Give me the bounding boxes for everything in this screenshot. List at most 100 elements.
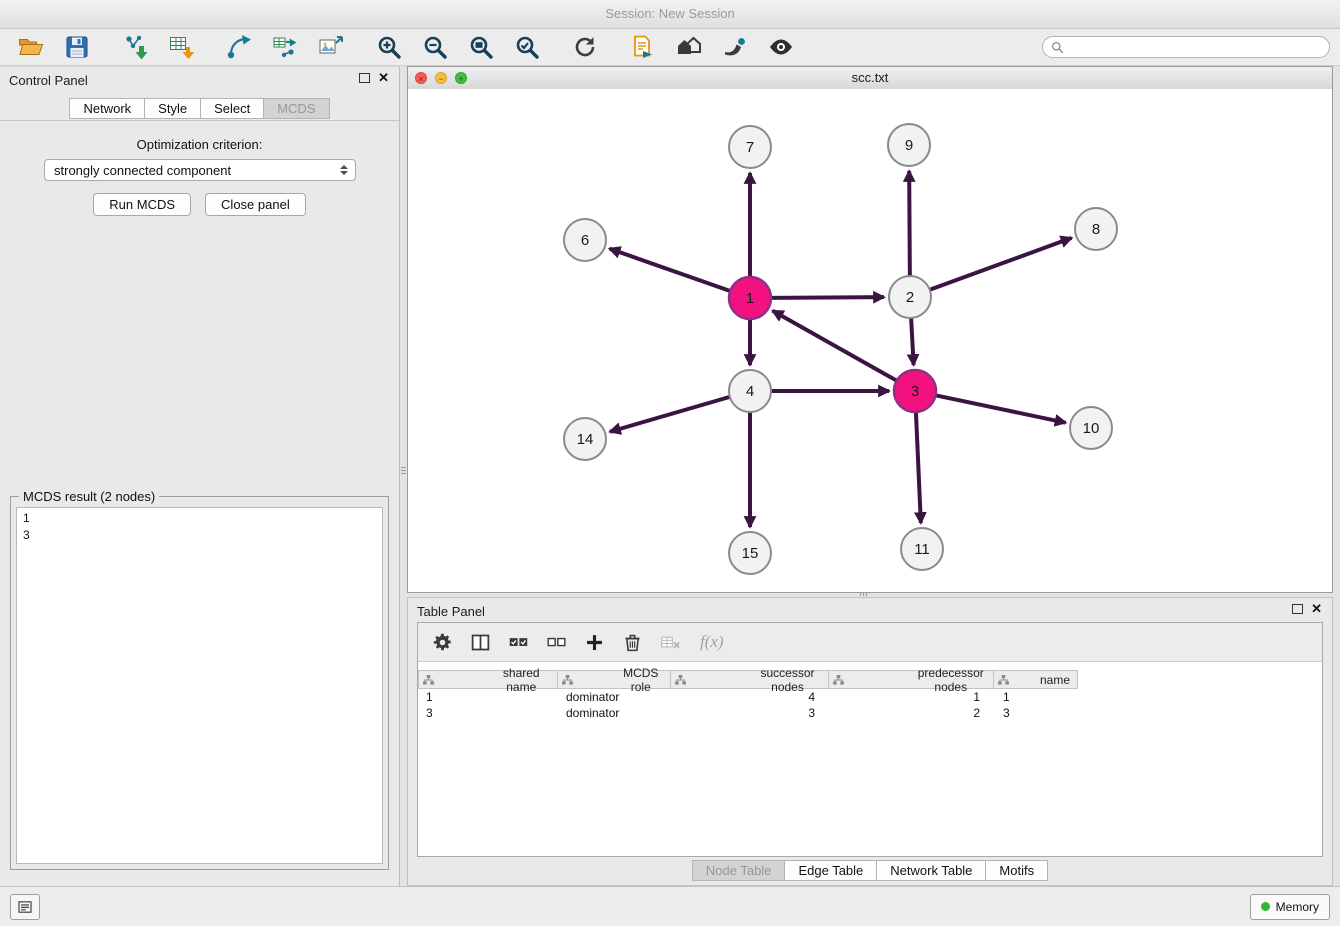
float-table-panel-icon[interactable] (1292, 604, 1303, 614)
delete-row-button[interactable] (616, 627, 648, 657)
run-mcds-button[interactable]: Run MCDS (93, 193, 191, 216)
graph-node-15[interactable]: 15 (729, 532, 771, 574)
column-header-shared-name[interactable]: shared name (418, 670, 558, 689)
table-cell[interactable]: 3 (994, 706, 1078, 720)
float-panel-icon[interactable] (359, 73, 370, 83)
table-cell[interactable]: 3 (418, 706, 558, 720)
export-image-button[interactable] (310, 31, 352, 63)
load-network-button[interactable] (114, 31, 156, 63)
graph-node-1[interactable]: 1 (729, 277, 771, 319)
table-tab-node-table[interactable]: Node Table (692, 860, 786, 881)
graph-node-10[interactable]: 10 (1070, 407, 1112, 449)
home-button[interactable] (668, 31, 710, 63)
application-window: Session: New Session Control Panel ✕ Net… (0, 0, 1340, 926)
column-header-successor-nodes[interactable]: successor nodes (671, 670, 829, 689)
graph-edge-2-8[interactable] (930, 238, 1072, 290)
delete-column-disabled-icon (660, 632, 681, 653)
graph-edge-3-11[interactable] (916, 412, 921, 523)
toolbar-group (10, 31, 98, 63)
toolbar-group (368, 31, 548, 63)
vertical-splitter-grip[interactable] (401, 462, 406, 478)
search-input[interactable] (1069, 39, 1321, 55)
zoom-out-button[interactable] (414, 31, 456, 63)
graph-node-6[interactable]: 6 (564, 219, 606, 261)
table-cell[interactable]: 1 (418, 690, 558, 704)
mcds-result-text[interactable]: 1 3 (16, 507, 383, 864)
zoom-in-button[interactable] (368, 31, 410, 63)
zoom-fit-button[interactable] (460, 31, 502, 63)
close-panel-button[interactable]: Close panel (205, 193, 306, 216)
criterion-dropdown[interactable]: strongly connected component (44, 159, 356, 181)
sort-hierarchy-icon (833, 675, 912, 685)
table-tab-edge-table[interactable]: Edge Table (785, 860, 877, 881)
zoom-selected-button[interactable] (506, 31, 548, 63)
zoom-window-icon[interactable]: + (455, 72, 467, 84)
style-brush-button[interactable] (714, 31, 756, 63)
table-cell[interactable]: dominator (558, 706, 671, 720)
table-tab-motifs[interactable]: Motifs (986, 860, 1048, 881)
minimize-window-icon[interactable]: − (435, 72, 447, 84)
eye-icon (768, 34, 794, 60)
graph-edge-4-14[interactable] (610, 397, 730, 432)
table-cell[interactable]: 1 (994, 690, 1078, 704)
tab-network[interactable]: Network (69, 98, 145, 119)
gear-button[interactable] (426, 627, 458, 657)
sort-hierarchy-icon (562, 675, 615, 685)
table-row[interactable]: 1dominator411 (418, 689, 1322, 705)
column-header-label: name (1039, 673, 1077, 687)
graph-node-11[interactable]: 11 (901, 528, 943, 570)
graph-edge-2-9[interactable] (909, 171, 910, 276)
new-network-button[interactable] (218, 31, 260, 63)
graph-node-7[interactable]: 7 (729, 126, 771, 168)
function-builder-button[interactable]: f(x) (700, 632, 724, 652)
open-folder-button[interactable] (10, 31, 52, 63)
refresh-button[interactable] (564, 31, 606, 63)
column-header-name[interactable]: name (994, 670, 1078, 689)
network-canvas[interactable]: 7 9 6 8 1 2 4 3 14 10 15 11 (408, 89, 1332, 592)
column-header-mcds-role[interactable]: MCDS role (558, 670, 671, 689)
tab-mcds[interactable]: MCDS (264, 98, 329, 119)
open-folder-icon (18, 34, 44, 60)
memory-button[interactable]: Memory (1250, 894, 1330, 920)
table-cell[interactable]: 1 (829, 690, 994, 704)
table-row[interactable]: 3dominator323 (418, 705, 1322, 721)
table-cell[interactable]: 3 (671, 706, 829, 720)
close-panel-icon[interactable]: ✕ (378, 72, 389, 84)
graph-node-9[interactable]: 9 (888, 124, 930, 166)
graph-edge-3-1[interactable] (773, 311, 897, 381)
graph-node-14[interactable]: 14 (564, 418, 606, 460)
graph-node-3[interactable]: 3 (894, 370, 936, 412)
delete-column-disabled-button[interactable] (654, 627, 686, 657)
tab-select[interactable]: Select (201, 98, 264, 119)
search-field[interactable] (1042, 36, 1330, 58)
close-window-icon[interactable]: × (415, 72, 427, 84)
column-header-predecessor-nodes[interactable]: predecessor nodes (829, 670, 994, 689)
table-tab-network-table[interactable]: Network Table (877, 860, 986, 881)
network-from-table-button[interactable] (264, 31, 306, 63)
eye-button[interactable] (760, 31, 802, 63)
table-cell[interactable]: 2 (829, 706, 994, 720)
graph-edge-2-3[interactable] (911, 318, 914, 365)
table-cell[interactable]: dominator (558, 690, 671, 704)
split-column-button[interactable] (464, 627, 496, 657)
table-cell[interactable]: 4 (671, 690, 829, 704)
network-window-titlebar[interactable]: ×−+ scc.txt (408, 67, 1332, 90)
load-table-button[interactable] (160, 31, 202, 63)
graph-edge-3-10[interactable] (936, 395, 1066, 422)
select-all-button[interactable] (502, 627, 534, 657)
graph-node-8[interactable]: 8 (1075, 208, 1117, 250)
close-table-panel-icon[interactable]: ✕ (1311, 603, 1322, 615)
save-button[interactable] (56, 31, 98, 63)
network-file-button[interactable] (622, 31, 664, 63)
add-row-button[interactable] (578, 627, 610, 657)
deselect-all-button[interactable] (540, 627, 572, 657)
graph-node-4[interactable]: 4 (729, 370, 771, 412)
graph-edge-1-6[interactable] (610, 249, 731, 291)
gear-icon (432, 632, 453, 653)
status-menu-button[interactable] (10, 894, 40, 920)
memory-button-label: Memory (1276, 900, 1319, 914)
graph-edge-1-2[interactable] (771, 297, 884, 298)
window-titlebar[interactable]: Session: New Session (0, 0, 1340, 29)
graph-node-2[interactable]: 2 (889, 276, 931, 318)
tab-style[interactable]: Style (145, 98, 201, 119)
